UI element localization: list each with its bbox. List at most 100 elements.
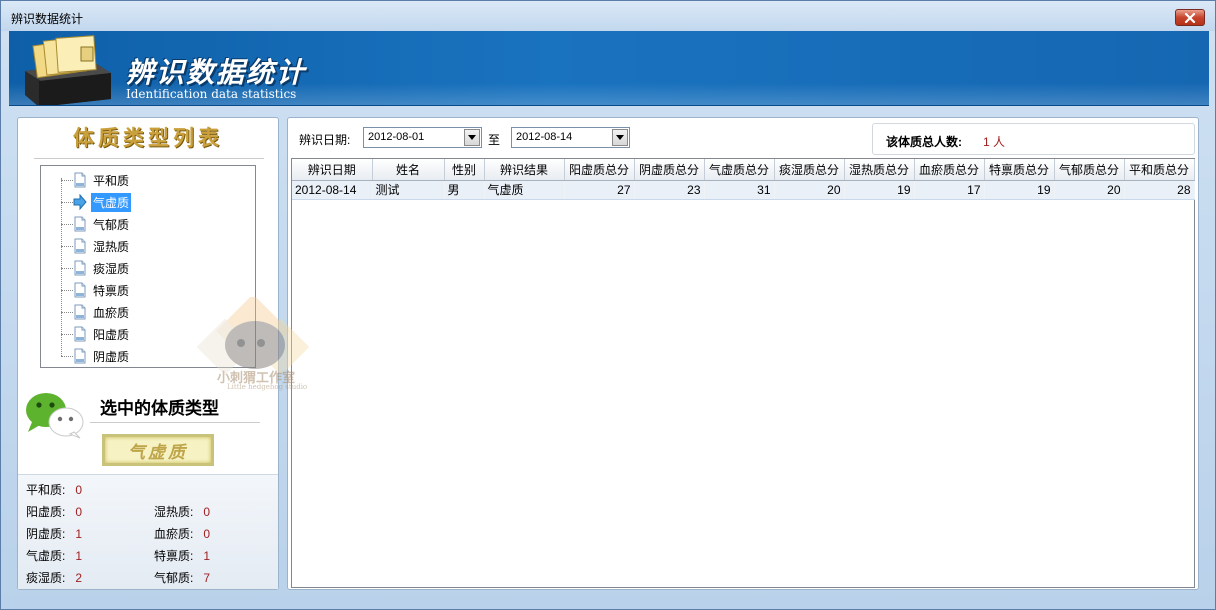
type-counts: 平和质: 0 阳虚质: 0 湿热质: 0 阴虚质: 1 血瘀质: 0 气虚质: 1 特禀质:… (18, 474, 278, 589)
chevron-down-icon (468, 135, 476, 140)
tree-item[interactable]: 平和质 (61, 170, 131, 190)
tree-branch (61, 267, 73, 269)
total-label: 该体质总人数: (886, 135, 962, 149)
document-icon (74, 282, 86, 298)
count-label: 特禀质: (154, 549, 194, 563)
watermark-subtext: Little hedgehog studio (227, 383, 308, 391)
count-label: 平和质: (26, 483, 66, 497)
count-label: 痰湿质: (26, 571, 66, 585)
tree-branch (61, 333, 73, 335)
to-label: 至 (488, 133, 501, 147)
tree-item-label: 痰湿质 (93, 261, 130, 276)
table-cell: 31 (704, 180, 775, 200)
list-title: 体质类型列表 (73, 125, 223, 150)
tree-branch (61, 223, 73, 225)
total-value: 1 人 (983, 135, 1006, 149)
count-yinxu: 阴虚质: 1 (26, 525, 82, 542)
tree-item[interactable]: 特禀质 (61, 280, 131, 300)
arrow-right-icon (73, 194, 87, 210)
count-pinghe: 平和质: 0 (26, 481, 82, 498)
close-icon (1184, 12, 1196, 23)
wechat-icon (26, 393, 84, 439)
dropdown-button[interactable] (464, 129, 480, 146)
tree-item-label: 血瘀质 (93, 305, 130, 320)
tree-item-label: 平和质 (93, 173, 130, 188)
tree-item[interactable]: 血瘀质 (61, 302, 131, 322)
document-icon (74, 348, 86, 364)
app-window: 辨识数据统计 辨识数据统计 Identification data statis… (0, 0, 1216, 610)
column-header[interactable]: 气郁质总分 (1054, 159, 1125, 181)
table-cell: 20 (1054, 180, 1125, 200)
tree-item[interactable]: 湿热质 (61, 236, 131, 256)
start-date-picker[interactable]: 2012-08-01 (363, 127, 482, 148)
column-header[interactable]: 气虚质总分 (704, 159, 775, 181)
end-date-value: 2012-08-14 (516, 131, 573, 143)
results-grid[interactable]: 辨识日期 姓名 性别 辨识结果 阳虚质总分 阴虚质总分 气虚质总分 痰湿质总分 湿热质总分 血瘀质… (291, 158, 1195, 588)
document-icon (74, 238, 86, 254)
count-value: 1 (203, 549, 211, 563)
count-label: 阳虚质: (26, 505, 66, 519)
count-label: 气虚质: (26, 549, 66, 563)
folder-box-logo (25, 35, 111, 105)
table-row[interactable]: 2012-08-14 测试男气虚质 27 23 31 20 19 17 19 20 28 (292, 180, 1195, 200)
document-icon (74, 304, 86, 320)
count-value: 1 (75, 549, 83, 563)
tree-item[interactable]: 阴虚质 (61, 346, 131, 366)
statistics-panel: 辨识日期: 2012-08-01 至 2012-08-14 该体质总人数: 1 … (287, 117, 1199, 590)
divider (34, 158, 264, 159)
count-value: 1 (75, 527, 83, 541)
tree-branch (61, 179, 73, 181)
count-qiyu: 气郁质: 7 (154, 569, 210, 586)
table-cell: 28 (1124, 180, 1195, 200)
column-header[interactable]: 痰湿质总分 (774, 159, 845, 181)
table-cell: 男 (444, 180, 485, 200)
title-bar[interactable]: 辨识数据统计 (1, 1, 1215, 31)
tree-branch (61, 245, 73, 247)
watermark: 小刺猬工作室 Little hedgehog studio (196, 294, 317, 410)
count-tanshi: 痰湿质: 2 (26, 569, 82, 586)
count-value: 7 (203, 571, 211, 585)
banner-title: 辨识数据统计 (126, 56, 307, 89)
count-label: 血瘀质: (154, 527, 194, 541)
tree-item[interactable]: 痰湿质 (61, 258, 131, 278)
column-header[interactable]: 性别 (444, 159, 485, 181)
count-qixu: 气虚质: 1 (26, 547, 82, 564)
column-header[interactable]: 辨识结果 (484, 159, 565, 181)
column-header[interactable]: 姓名 (372, 159, 445, 181)
end-date-picker[interactable]: 2012-08-14 (511, 127, 630, 148)
table-cell: 19 (844, 180, 915, 200)
divider (90, 422, 260, 423)
selected-type-stamp: 气虚质 (102, 434, 214, 466)
date-label: 辨识日期: (299, 133, 351, 147)
tree-item[interactable]: 气郁质 (61, 214, 131, 234)
table-cell: 27 (564, 180, 635, 200)
column-header[interactable]: 血瘀质总分 (914, 159, 985, 181)
tree-item-label: 湿热质 (93, 239, 130, 254)
count-xueyu: 血瘀质: 0 (154, 525, 210, 542)
column-header[interactable]: 辨识日期 (292, 159, 373, 181)
banner-subtitle: Identification data statistics (126, 87, 297, 101)
tree-branch (61, 289, 73, 291)
column-header[interactable]: 阴虚质总分 (634, 159, 705, 181)
tree-item[interactable]: 阳虚质 (61, 324, 131, 344)
column-header[interactable]: 湿热质总分 (844, 159, 915, 181)
column-header[interactable]: 特禀质总分 (984, 159, 1055, 181)
tree-item-label: 气郁质 (93, 217, 130, 232)
count-value: 0 (203, 527, 211, 541)
column-header[interactable]: 平和质总分 (1124, 159, 1195, 181)
close-button[interactable] (1175, 9, 1205, 26)
count-value: 0 (203, 505, 211, 519)
tree-item-label: 阴虚质 (93, 349, 130, 364)
results-table: 辨识日期 姓名 性别 辨识结果 阳虚质总分 阴虚质总分 气虚质总分 痰湿质总分 湿热质总分 血瘀质… (292, 159, 1195, 200)
tree-item[interactable]: 气虚质 (61, 192, 132, 212)
dropdown-button[interactable] (612, 129, 628, 146)
column-header[interactable]: 阳虚质总分 (564, 159, 635, 181)
chevron-down-icon (616, 135, 624, 140)
total-count-box: 该体质总人数: 1 人 (872, 123, 1195, 155)
start-date-value: 2012-08-01 (368, 131, 425, 143)
count-label: 气郁质: (154, 571, 194, 585)
tree-branch (61, 355, 73, 357)
window-title: 辨识数据统计 (11, 12, 84, 26)
count-value: 0 (75, 505, 83, 519)
header-banner: 辨识数据统计 Identification data statistics (9, 31, 1209, 106)
